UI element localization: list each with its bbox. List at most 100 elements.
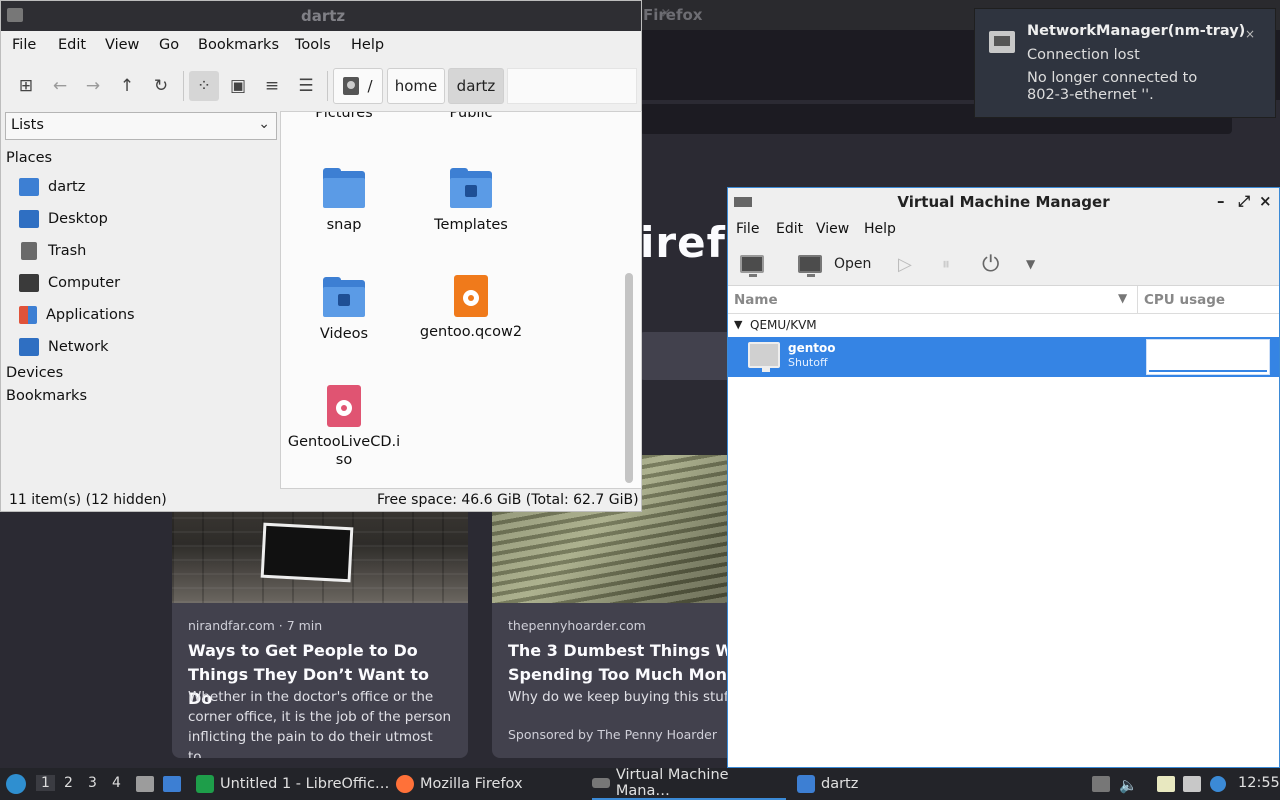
menu-edit[interactable]: Edit <box>776 221 803 237</box>
menu-file[interactable]: File <box>736 221 759 237</box>
sort-chevron-icon[interactable]: ▼ <box>1118 291 1127 305</box>
menu-bookmarks[interactable]: Bookmarks <box>198 37 279 53</box>
run-icon[interactable]: ▷ <box>898 251 912 277</box>
sidebar-item-desktop[interactable]: Desktop <box>19 206 108 232</box>
start-menu-icon[interactable] <box>6 774 26 794</box>
menu-go[interactable]: Go <box>159 37 179 53</box>
vm-row[interactable]: gentoo Shutoff <box>728 337 1279 377</box>
show-desktop-icon[interactable] <box>136 776 154 792</box>
column-cpu-usage[interactable]: CPU usage <box>1144 292 1225 308</box>
breadcrumb-empty-area[interactable] <box>507 68 637 104</box>
file-item[interactable]: Public <box>408 111 534 122</box>
close-icon[interactable]: × <box>1245 27 1255 41</box>
menu-help[interactable]: Help <box>864 221 896 237</box>
back-arrow-icon[interactable]: ← <box>45 71 75 101</box>
maximize-icon[interactable]: ⤢ <box>1238 192 1250 210</box>
task-libreoffice[interactable]: Untitled 1 - LibreOffic… <box>196 768 389 800</box>
menu-file[interactable]: File <box>12 37 36 53</box>
forward-arrow-icon[interactable]: → <box>78 71 108 101</box>
column-divider[interactable] <box>1137 286 1138 314</box>
vmm-window: Virtual Machine Manager – ⤢ × File Edit … <box>727 187 1280 768</box>
status-bar: 11 item(s) (12 hidden) Free space: 46.6 … <box>1 489 641 511</box>
expander-icon[interactable]: ▼ <box>734 318 742 331</box>
column-name[interactable]: Name <box>734 292 778 308</box>
menu-help[interactable]: Help <box>351 37 384 53</box>
update-notifier-icon[interactable] <box>1210 776 1226 792</box>
menu-view[interactable]: View <box>816 221 849 237</box>
compact-view-icon[interactable]: ≡ <box>257 71 287 101</box>
task-label: Virtual Machine Mana… <box>615 767 729 799</box>
videos-folder-icon <box>323 277 365 317</box>
sidebar-item-trash[interactable]: Trash <box>19 238 86 264</box>
task-dartz[interactable]: dartz <box>797 768 858 800</box>
vmm-titlebar: Virtual Machine Manager – ⤢ × <box>728 188 1279 216</box>
workspace-3[interactable]: 3 <box>88 775 97 791</box>
shortcut-tile[interactable] <box>640 332 740 380</box>
sidebar-item-computer[interactable]: Computer <box>19 270 120 296</box>
sidebar-item-label: dartz <box>48 179 86 195</box>
workspace-1[interactable]: 1 <box>36 775 55 791</box>
vertical-scrollbar[interactable] <box>625 273 633 483</box>
pause-icon[interactable]: ⏸ <box>942 251 950 277</box>
folder-icon <box>797 775 815 793</box>
icon-view-icon[interactable]: ⁘ <box>189 71 219 101</box>
notification-app-name: NetworkManager(nm-tray) <box>1027 23 1246 39</box>
file-manager-launcher-icon[interactable] <box>163 776 181 792</box>
sidebar-item-label: Trash <box>48 243 87 259</box>
tray-menu-icon[interactable] <box>1092 776 1110 792</box>
sidebar-item-dartz[interactable]: dartz <box>19 174 85 200</box>
file-manager-titlebar: dartz <box>1 1 641 31</box>
reload-icon[interactable]: ↻ <box>146 71 176 101</box>
breadcrumb-home[interactable]: home <box>387 68 445 104</box>
chevron-down-icon[interactable]: ▼ <box>1026 251 1035 277</box>
file-item[interactable]: GentooLiveCD.iso <box>281 385 407 469</box>
clock[interactable]: 12:55 <box>1238 775 1280 791</box>
connection-row[interactable]: ▼ QEMU/KVM <box>728 314 1279 336</box>
close-icon[interactable]: × <box>1259 192 1272 210</box>
file-item[interactable]: Videos <box>281 277 407 343</box>
clipboard-icon[interactable] <box>1157 776 1175 792</box>
menu-tools[interactable]: Tools <box>295 37 331 53</box>
monitor-icon <box>798 255 822 277</box>
vm-state: Shutoff <box>788 356 828 369</box>
side-pane: Lists ⌄ Places dartz Desktop Trash Compu… <box>1 109 279 489</box>
network-wired-icon[interactable] <box>1183 776 1201 792</box>
network-notification[interactable]: NetworkManager(nm-tray) Connection lost … <box>974 8 1276 118</box>
minimize-icon[interactable]: – <box>1217 192 1225 210</box>
file-item[interactable]: snap <box>281 168 407 234</box>
breadcrumb-dartz[interactable]: dartz <box>448 68 504 104</box>
file-manager-menubar: File Edit View Go Bookmarks Tools Help <box>1 31 641 61</box>
thumbnail-view-icon[interactable]: ▣ <box>223 71 253 101</box>
home-folder-icon <box>19 178 39 196</box>
toolbar-separator <box>327 71 328 101</box>
file-item[interactable]: gentoo.qcow2 <box>408 275 534 341</box>
devices-header[interactable]: Devices <box>6 365 63 381</box>
new-tab-icon[interactable]: ⊞ <box>11 71 41 101</box>
volume-icon[interactable]: 🔈 <box>1119 776 1138 794</box>
sidebar-item-applications[interactable]: Applications <box>19 302 135 328</box>
sidebar-item-network[interactable]: Network <box>19 334 109 360</box>
vmm-icon <box>592 778 610 788</box>
side-pane-mode-select[interactable]: Lists ⌄ <box>5 112 277 140</box>
new-vm-button[interactable] <box>740 251 764 277</box>
task-firefox[interactable]: Mozilla Firefox <box>396 768 523 800</box>
open-button[interactable]: Open <box>798 251 871 277</box>
detailed-list-view-icon[interactable]: ☰ <box>291 71 321 101</box>
file-icon-view[interactable]: Pictures Public snap Templates Videos ge… <box>280 111 642 489</box>
up-arrow-icon[interactable]: ↑ <box>112 71 142 101</box>
bookmarks-header[interactable]: Bookmarks <box>6 388 87 404</box>
workspace-2[interactable]: 2 <box>64 775 73 791</box>
file-name: Public <box>449 111 493 121</box>
connection-label: QEMU/KVM <box>750 318 817 332</box>
file-item[interactable]: Templates <box>408 168 534 234</box>
menu-view[interactable]: View <box>105 37 139 53</box>
menu-edit[interactable]: Edit <box>58 37 86 53</box>
workspace-4[interactable]: 4 <box>112 775 121 791</box>
task-vmm[interactable]: Virtual Machine Mana… <box>592 767 786 800</box>
places-header[interactable]: Places <box>6 150 52 166</box>
power-icon[interactable]: ⏻ <box>982 251 999 277</box>
file-item[interactable]: Pictures <box>281 112 407 122</box>
chevron-down-icon: ⌄ <box>258 116 270 132</box>
breadcrumb-root[interactable]: / <box>333 68 383 104</box>
vm-name: gentoo <box>788 341 836 355</box>
